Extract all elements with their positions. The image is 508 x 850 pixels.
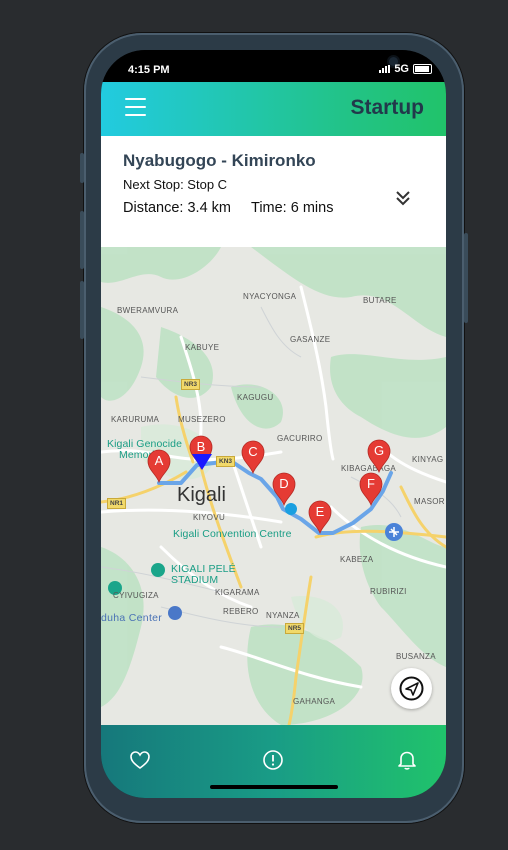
next-stop: Next Stop: Stop C xyxy=(123,177,228,192)
map-label-karuruma: KARURUMA xyxy=(111,415,160,424)
map-label-bweramvura: BWERAMVURA xyxy=(117,306,179,315)
network-type: 5G xyxy=(394,63,409,75)
map-label-cyivugiza: CYIVUGIZA xyxy=(113,591,159,600)
map-label-nyanza: NYANZA xyxy=(266,611,300,620)
map-label-rubirizi: RUBIRIZI xyxy=(370,587,407,596)
map-label-musezero: MUSEZERO xyxy=(178,415,226,424)
route-map[interactable]: BWERAMVURA NYACYONGA BUTARE KABUYE GASAN… xyxy=(101,247,446,725)
menu-icon[interactable] xyxy=(125,98,146,116)
status-indicators: 5G xyxy=(379,63,432,75)
heart-icon[interactable] xyxy=(129,749,151,771)
route-card: Nyabugogo - Kimironko Next Stop: Stop C … xyxy=(101,136,446,247)
road-shield-kn3: KN3 xyxy=(216,456,236,467)
map-label-kabuye: KABUYE xyxy=(185,343,220,352)
status-bar: 4:15 PM 5G xyxy=(101,50,446,82)
signal-icon xyxy=(379,65,391,73)
map-label-kinyag: KINYAG xyxy=(412,455,444,464)
map-label-rebero: REBERO xyxy=(223,607,259,616)
status-time: 4:15 PM xyxy=(128,64,170,76)
poi-stadium-line2: STADIUM xyxy=(171,574,219,586)
notch xyxy=(181,50,398,78)
map-label-kibagabaga: KIBAGABAGA xyxy=(341,464,397,473)
map-label-kagugu: KAGUGU xyxy=(237,393,274,402)
phone-screen: 4:15 PM 5G Startup Nyabugogo - Kimironko… xyxy=(101,50,446,798)
map-label-butare: BUTARE xyxy=(363,296,397,305)
recenter-button[interactable] xyxy=(391,668,432,709)
chevron-double-down-icon[interactable] xyxy=(395,189,411,207)
road-shield-nr1: NR1 xyxy=(107,498,127,509)
home-indicator xyxy=(210,785,338,789)
map-label-kabeza: KABEZA xyxy=(340,555,374,564)
poi-convention-centre[interactable]: Kigali Convention Centre xyxy=(173,528,292,540)
map-label-busanza: BUSANZA xyxy=(396,652,436,661)
navigation-icon xyxy=(399,676,424,701)
map-label-masor: MASOR xyxy=(414,497,445,506)
map-label-kigali: Kigali xyxy=(177,484,226,506)
map-canvas xyxy=(101,247,446,725)
bottom-nav xyxy=(101,725,446,798)
bell-icon[interactable] xyxy=(396,749,418,771)
alert-icon[interactable] xyxy=(262,749,284,771)
road-shield-nr5: NR5 xyxy=(285,623,305,634)
poi-duha-center[interactable]: duha Center xyxy=(101,612,162,624)
map-label-kigarama: KIGARAMA xyxy=(215,588,260,597)
map-label-kiyovu: KIYOVU xyxy=(193,513,226,522)
poi-genocide-memorial-line2: Memorial xyxy=(119,449,163,461)
app-header: Startup xyxy=(101,82,446,136)
battery-icon xyxy=(413,64,432,74)
map-label-gasanze: GASANZE xyxy=(290,335,331,344)
map-label-gacuriro: GACURIRO xyxy=(277,434,323,443)
map-label-nyacyonga: NYACYONGA xyxy=(243,292,297,301)
distance: Distance: 3.4 km xyxy=(123,200,231,216)
map-label-gahanga: GAHANGA xyxy=(293,697,336,706)
route-name: Nyabugogo - Kimironko xyxy=(123,151,316,170)
bus-location-icon xyxy=(192,454,212,470)
app-title: Startup xyxy=(350,96,425,119)
road-shield-nr3: NR3 xyxy=(181,379,201,390)
travel-time: Time: 6 mins xyxy=(251,200,334,216)
